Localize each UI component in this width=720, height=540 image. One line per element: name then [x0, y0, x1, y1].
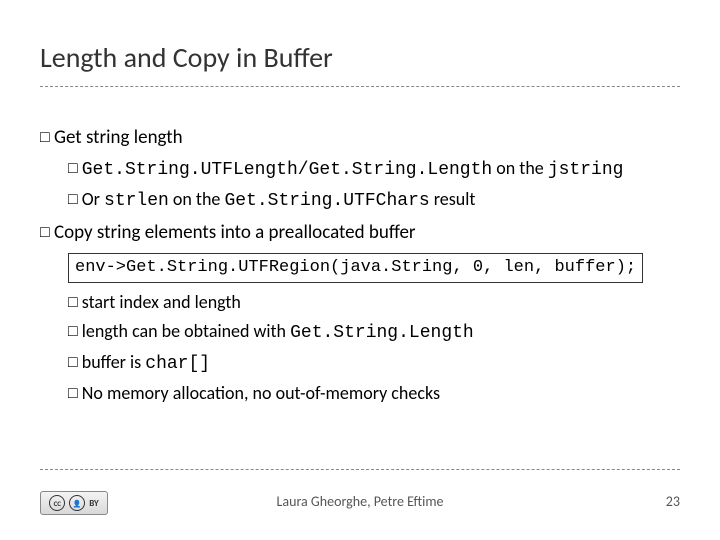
- text: Copy: [54, 221, 97, 244]
- text: string length: [86, 126, 183, 149]
- text: is: [130, 351, 145, 373]
- square-bullet-icon: □: [68, 157, 78, 181]
- code: strlen: [104, 191, 169, 211]
- sub-bullet-strlen: □ Or strlen on the Get.String.UTFChars r…: [68, 186, 680, 215]
- content-area: □ Get string length □ Get.String.UTFLeng…: [40, 120, 680, 409]
- square-bullet-icon: □: [40, 126, 50, 150]
- text: index and length: [119, 291, 240, 313]
- code: Get.String.UTFLength/Get.String.Length: [82, 160, 492, 180]
- title-underline: [40, 86, 680, 87]
- code: Get.String.UTFChars: [224, 191, 429, 211]
- text: start: [82, 291, 120, 313]
- text: on the: [169, 188, 225, 210]
- text: buffer: [82, 351, 130, 373]
- square-bullet-icon: □: [68, 382, 78, 406]
- text: Or: [82, 188, 104, 210]
- sub-bullet-start: □ start index and length: [68, 289, 680, 316]
- square-bullet-icon: □: [40, 221, 50, 245]
- slide: Length and Copy in Buffer □ Get string l…: [0, 0, 720, 540]
- square-bullet-icon: □: [68, 320, 78, 344]
- sub-bullet-no-alloc: □ No memory allocation, no out-of-memory…: [68, 380, 680, 407]
- text: can be obtained with: [132, 320, 290, 342]
- bullet-get-length: □ Get string length: [40, 124, 680, 153]
- footer-authors: Laura Gheorghe, Petre Eftime: [0, 493, 720, 510]
- sub-bullet-getstringutflength: □ Get.String.UTFLength/Get.String.Length…: [68, 155, 680, 184]
- text: memory allocation, no out-of-memory chec…: [107, 382, 440, 404]
- code: Get.String.Length: [290, 323, 474, 343]
- bullet-copy: □ Copy string elements into a preallocat…: [40, 219, 680, 248]
- page-number: 23: [666, 493, 680, 510]
- sub-bullet-length: □ length can be obtained with Get.String…: [68, 318, 680, 347]
- text: result: [430, 188, 476, 210]
- slide-title: Length and Copy in Buffer: [40, 40, 333, 75]
- text: No: [82, 382, 107, 404]
- text: on the: [492, 157, 548, 179]
- text: string elements into a preallocated buff…: [97, 221, 416, 244]
- square-bullet-icon: □: [68, 188, 78, 212]
- text: Get: [54, 126, 86, 149]
- text: length: [82, 320, 132, 342]
- code: jstring: [548, 160, 624, 180]
- code-box: env->Get.String.UTFRegion(java.String, 0…: [68, 253, 643, 283]
- code: char[]: [145, 354, 210, 374]
- sub-bullet-buffer: □ buffer is char[]: [68, 349, 680, 378]
- square-bullet-icon: □: [68, 291, 78, 315]
- footer-divider: [40, 469, 680, 470]
- square-bullet-icon: □: [68, 351, 78, 375]
